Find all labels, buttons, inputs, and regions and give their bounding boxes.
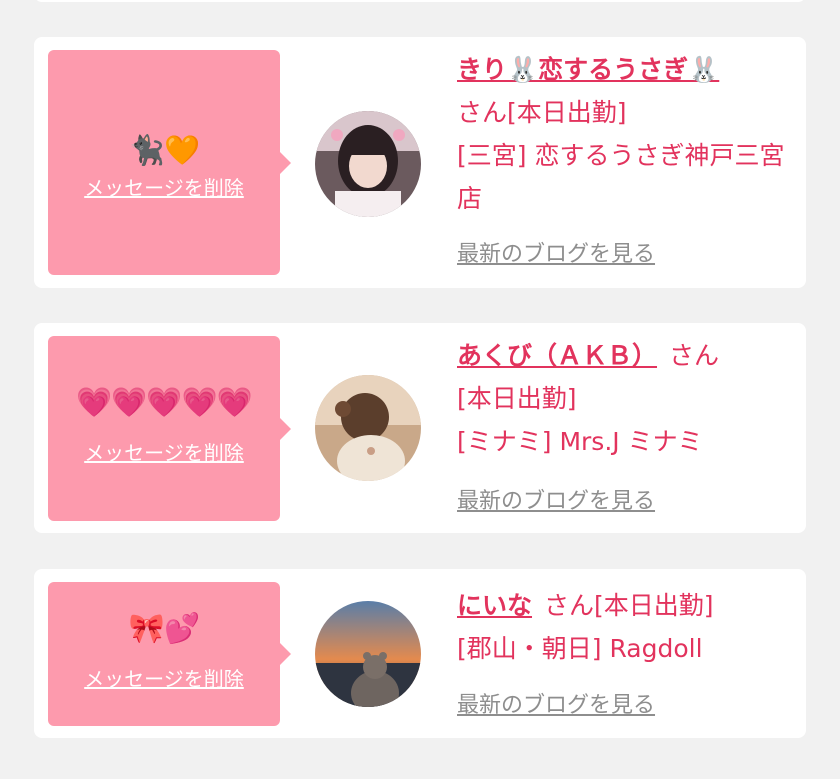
message-card: 🐈‍⬛🧡 メッセージを削除 きり🐰恋するうさぎ🐰 さん[本日出勤] [三宮] 恋… <box>34 37 806 288</box>
delete-message-link[interactable]: メッセージを削除 <box>48 175 280 201</box>
attendance-status: [本日出勤] <box>594 591 714 620</box>
girl-info: きり🐰恋するうさぎ🐰 さん[本日出勤] [三宮] 恋するうさぎ神戸三宮店 <box>457 48 793 220</box>
girl-name-link[interactable]: にいな <box>457 591 532 620</box>
message-emoji-text: 💗💗💗💗💗 <box>76 385 253 419</box>
delete-message-link[interactable]: メッセージを削除 <box>48 666 280 692</box>
message-bubble: 💗💗💗💗💗 メッセージを削除 <box>48 336 291 521</box>
honorific: さん <box>457 98 508 127</box>
latest-blog-link[interactable]: 最新のブログを見る <box>457 691 655 721</box>
girl-info: あくび（ＡＫＢ） さん [本日出勤] [ミナミ] Mrs.J ミナミ <box>457 334 793 463</box>
message-card: 🎀💕 メッセージを削除 にいな さん[本日出勤] [郡山・朝日] Ragdoll … <box>34 569 806 738</box>
message-bubble: 🎀💕 メッセージを削除 <box>48 582 291 726</box>
girl-name-link[interactable]: あくび（ＡＫＢ） <box>457 341 657 370</box>
latest-blog-link[interactable]: 最新のブログを見る <box>457 487 655 517</box>
message-emoji-text: 🎀💕 <box>128 611 200 645</box>
latest-blog-link[interactable]: 最新のブログを見る <box>457 240 655 270</box>
avatar[interactable] <box>315 375 421 481</box>
attendance-status: [本日出勤] <box>507 98 627 127</box>
girl-info: にいな さん[本日出勤] [郡山・朝日] Ragdoll <box>457 584 793 670</box>
shop-name: [郡山・朝日] Ragdoll <box>457 634 703 663</box>
avatar[interactable] <box>315 111 421 217</box>
girl-name-link[interactable]: きり🐰恋するうさぎ🐰 <box>457 55 719 84</box>
honorific: さん <box>544 591 595 620</box>
message-emoji-text: 🐈‍⬛🧡 <box>128 133 200 167</box>
shop-name: [ミナミ] Mrs.J ミナミ <box>457 427 703 456</box>
avatar[interactable] <box>315 601 421 707</box>
previous-card-edge <box>34 0 806 2</box>
honorific: さん <box>669 341 720 370</box>
shop-name: [三宮] 恋するうさぎ神戸三宮店 <box>457 141 785 213</box>
delete-message-link[interactable]: メッセージを削除 <box>48 440 280 466</box>
message-bubble: 🐈‍⬛🧡 メッセージを削除 <box>48 50 291 275</box>
attendance-status: [本日出勤] <box>457 384 577 413</box>
message-card: 💗💗💗💗💗 メッセージを削除 あくび（ＡＫＢ） さん [本日出勤] [ミナミ] M… <box>34 323 806 533</box>
